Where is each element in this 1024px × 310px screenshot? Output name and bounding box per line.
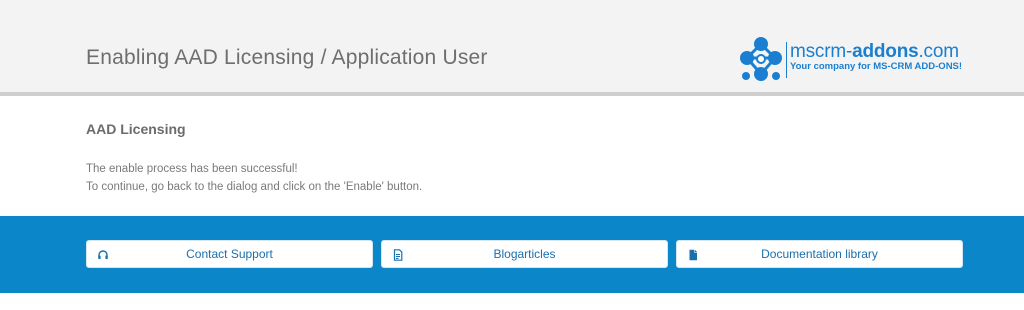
- documentation-library-button[interactable]: Documentation library: [676, 240, 963, 268]
- blogarticles-label: Blogarticles: [493, 247, 556, 261]
- company-logo[interactable]: mscrm-addons.com Your company for MS-CRM…: [736, 34, 966, 86]
- message-line-instruction: To continue, go back to the dialog and c…: [86, 181, 423, 193]
- logo-tagline: Your company for MS-CRM ADD-ONS!: [790, 61, 963, 72]
- page-title: Enabling AAD Licensing / Application Use…: [86, 46, 488, 69]
- contact-support-label: Contact Support: [186, 247, 273, 261]
- logo-divider: [786, 42, 787, 78]
- logo-brand-name: mscrm-addons.com: [790, 41, 959, 62]
- blogarticles-button[interactable]: Blogarticles: [381, 240, 668, 268]
- documentation-library-label: Documentation library: [761, 247, 878, 261]
- contact-support-button[interactable]: Contact Support: [86, 240, 373, 268]
- footer-links-band: Contact Support Blogarticles Documentati…: [0, 216, 1024, 293]
- status-message: The enable process has been successful! …: [86, 160, 422, 196]
- message-line-success: The enable process has been successful!: [86, 163, 298, 175]
- page-header: Enabling AAD Licensing / Application Use…: [0, 0, 1024, 96]
- section-title: AAD Licensing: [86, 121, 186, 137]
- logo-molecule-icon: [740, 37, 782, 81]
